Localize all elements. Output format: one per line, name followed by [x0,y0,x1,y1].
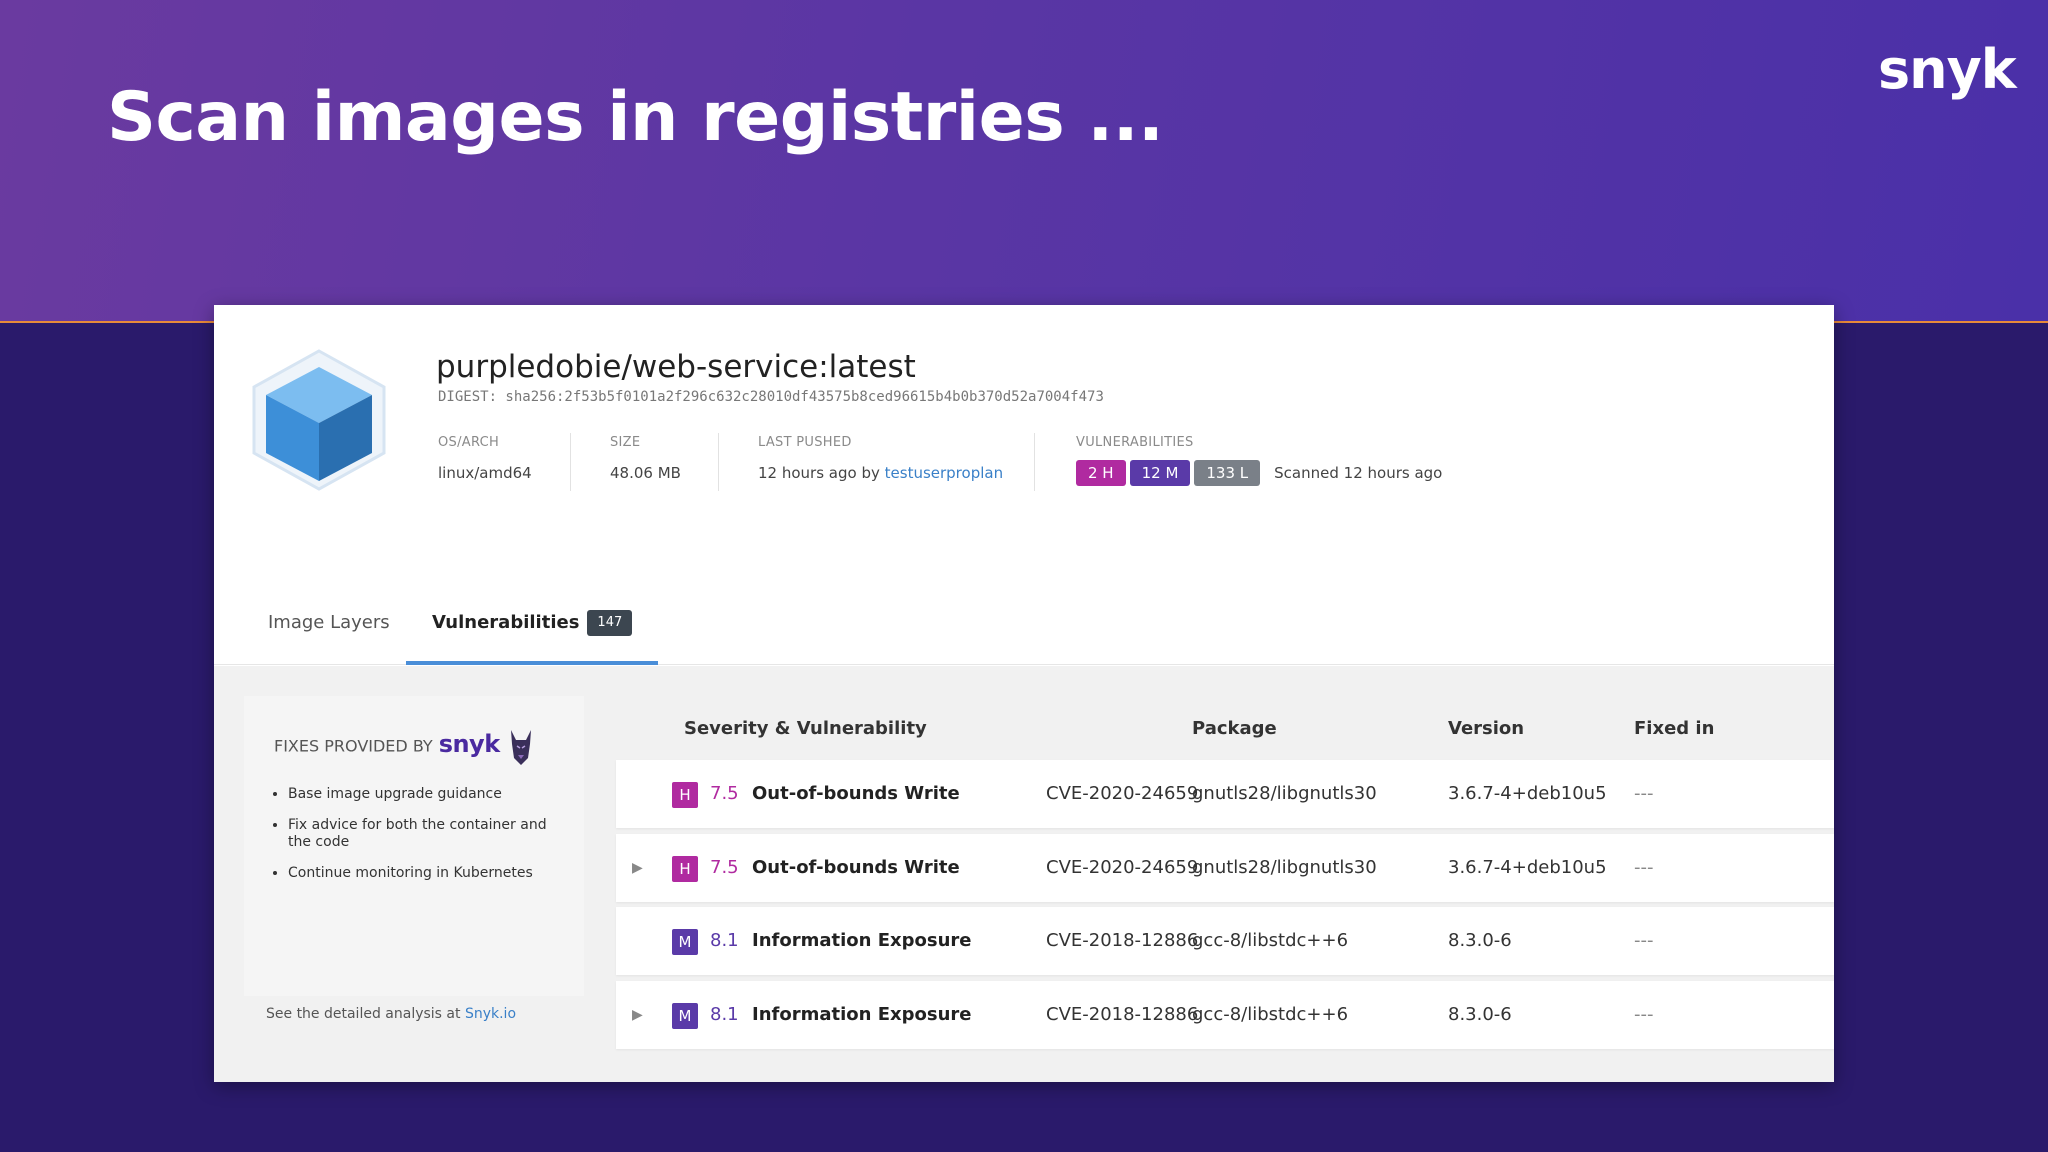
vulnerabilities-meta: VULNERABILITIES 2 H 12 M 133 L Scanned 12 h… [1076,435,1442,486]
cvss-score: 7.5 [710,783,739,804]
list-item: Continue monitoring in Kubernetes [288,865,558,882]
severity-badge: M [672,1003,698,1029]
last-pushed-label: LAST PUSHED [758,435,852,450]
vulnerability-title[interactable]: Information Exposure [752,981,971,1049]
cvss-score: 8.1 [710,930,739,951]
cve-id: CVE-2020-24659 [1046,857,1199,878]
cvss-score: 7.5 [710,857,739,878]
medium-count-badge[interactable]: 12 M [1129,460,1191,486]
cvss-score: 8.1 [710,1004,739,1025]
image-digest: DIGEST: sha256:2f53b5f0101a2f296c632c280… [438,389,1104,405]
scanned-time: Scanned 12 hours ago [1274,464,1443,482]
slide-header-background [0,0,2048,322]
tab-bar: Image Layers Vulnerabilities 147 [214,595,1834,665]
os-arch-label: OS/ARCH [438,435,500,450]
severity-column-header[interactable]: Severity & Vulnerability [684,718,927,739]
fixes-footer: See the detailed analysis at Snyk.io [266,1006,516,1022]
snyk-logo: snyk [1878,38,2017,101]
fixed-in-version: --- [1634,857,1654,878]
fixes-list: Base image upgrade guidance Fix advice f… [288,786,558,896]
package-name: gnutls28/libgnutls30 [1192,783,1377,804]
cve-id: CVE-2018-12886 [1046,930,1199,951]
vulnerability-title[interactable]: Out-of-bounds Write [752,834,960,902]
vulnerability-title[interactable]: Out-of-bounds Write [752,760,960,828]
list-item: Fix advice for both the container and th… [288,817,558,851]
vulnerabilities-content: FIXES PROVIDED BYsnyk Base image upgrade… [214,666,1834,1082]
low-count-badge[interactable]: 133 L [1194,460,1261,486]
vulnerability-table-header: Severity & Vulnerability Package Version… [614,666,1834,756]
package-version: 3.6.7-4+deb10u5 [1448,857,1607,878]
fixed-in-version: --- [1634,783,1654,804]
tab-label: Image Layers [268,612,390,633]
os-arch-value: linux/amd64 [438,464,532,482]
registry-screenshot: purpledobie/web-service:latest DIGEST: s… [214,305,1834,1082]
docker-image-cube-icon [252,349,386,491]
severity-badge: H [672,856,698,882]
os-arch-meta: OS/ARCH linux/amd64 [438,435,532,482]
tab-image-layers[interactable]: Image Layers [268,595,390,665]
pushed-by-user-link[interactable]: testuserproplan [885,464,1003,482]
severity-badge: H [672,782,698,808]
cve-id: CVE-2018-12886 [1046,1004,1199,1025]
fixed-in-column-header[interactable]: Fixed in [1634,718,1714,739]
last-pushed-value: 12 hours ago by testuserproplan [758,464,1003,482]
vulnerabilities-label: VULNERABILITIES [1076,435,1194,450]
high-count-badge[interactable]: 2 H [1076,460,1126,486]
table-row[interactable]: ▶ H 7.5 Out-of-bounds Write CVE-2020-246… [616,834,1834,902]
cve-id: CVE-2020-24659 [1046,783,1199,804]
meta-separator [718,433,719,491]
tab-vulnerabilities[interactable]: Vulnerabilities 147 [406,595,659,665]
vulnerability-summary: 2 H 12 M 133 L Scanned 12 hours ago [1076,460,1442,486]
size-label: SIZE [610,435,641,450]
snyk-io-link[interactable]: Snyk.io [465,1006,516,1022]
package-name: gnutls28/libgnutls30 [1192,857,1377,878]
table-row[interactable]: H 7.5 Out-of-bounds Write CVE-2020-24659… [616,760,1834,828]
expand-triangle-icon[interactable]: ▶ [632,981,643,1049]
slide-title: Scan images in registries ... [107,78,1164,157]
package-version: 8.3.0-6 [1448,1004,1512,1025]
fixed-in-version: --- [1634,1004,1654,1025]
vulnerability-count-badge: 147 [587,610,633,636]
fixed-in-version: --- [1634,930,1654,951]
vulnerability-title[interactable]: Information Exposure [752,907,971,975]
fixes-title-text: FIXES PROVIDED BY [274,736,433,756]
meta-separator [570,433,571,491]
package-name: gcc-8/libstdc++6 [1192,1004,1349,1025]
package-version: 8.3.0-6 [1448,930,1512,951]
tab-label: Vulnerabilities [432,612,580,633]
version-column-header[interactable]: Version [1448,718,1524,739]
expand-triangle-icon[interactable]: ▶ [632,834,643,902]
snyk-brand: snyk [438,729,500,758]
last-pushed-time: 12 hours ago by [758,464,880,482]
fixes-title: FIXES PROVIDED BY snyk [274,728,534,766]
size-meta: SIZE 48.06 MB [610,435,681,482]
fixes-panel: FIXES PROVIDED BYsnyk Base image upgrade… [244,696,584,996]
severity-badge: M [672,929,698,955]
package-name: gcc-8/libstdc++6 [1192,930,1349,951]
size-value: 48.06 MB [610,464,681,482]
image-name: purpledobie/web-service:latest [436,349,916,385]
package-column-header[interactable]: Package [1192,718,1277,739]
doberman-mascot-icon [510,730,531,765]
table-row[interactable]: M 8.1 Information Exposure CVE-2018-1288… [616,907,1834,975]
meta-separator [1034,433,1035,491]
last-pushed-meta: LAST PUSHED 12 hours ago by testuserprop… [758,435,1003,482]
table-row[interactable]: ▶ M 8.1 Information Exposure CVE-2018-12… [616,981,1834,1049]
package-version: 3.6.7-4+deb10u5 [1448,783,1607,804]
list-item: Base image upgrade guidance [288,786,558,803]
fixes-footer-text: See the detailed analysis at [266,1006,461,1022]
